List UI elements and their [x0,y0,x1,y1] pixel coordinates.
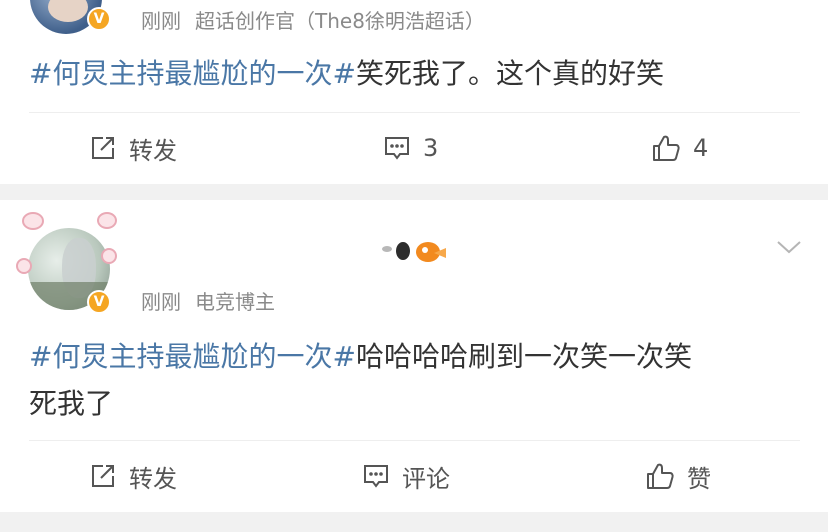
repost-button[interactable]: 转发 [89,130,177,166]
post-body: 笑死我了。这个真的好笑 [355,57,664,90]
comment-icon [364,465,388,488]
chevron-down-icon[interactable] [776,239,802,255]
post-body: 哈哈哈哈刷到一次笑一次笑 [355,340,692,373]
comment-label: 评论 [402,464,450,493]
post-text: #何炅主持最尴尬的一次#笑死我了。这个真的好笑 [29,50,809,97]
like-icon [653,135,680,161]
comment-icon [385,137,409,160]
post-text: #何炅主持最尴尬的一次#哈哈哈哈刷到一次笑一次笑 死我了 [29,333,809,427]
hashtag-link[interactable]: #何炅主持最尴尬的一次# [29,340,356,373]
avatar-frame-sticker-icon [101,248,117,264]
divider [29,440,800,441]
post-separator [0,184,828,200]
post-source[interactable]: 电竞博主 [195,290,275,314]
post-body-continued: 死我了 [29,387,114,420]
goldfish-sticker-icon [382,238,448,272]
avatar-frame-sticker-icon [22,212,44,230]
comment-count: 3 [423,134,439,162]
hashtag-link[interactable]: #何炅主持最尴尬的一次# [29,57,356,90]
like-button[interactable]: 4 [651,130,708,166]
like-count: 4 [693,134,709,162]
post-meta: 刚刚 电竞博主 [141,286,275,315]
repost-button[interactable]: 转发 [89,458,177,494]
like-button[interactable]: 赞 [645,458,711,494]
avatar-frame-sticker-icon [16,258,32,274]
post-time: 刚刚 [141,290,181,314]
divider [29,112,800,113]
post-meta: 刚刚 超话创作官（The8徐明浩超话） [141,5,485,34]
repost-label: 转发 [129,136,177,165]
repost-label: 转发 [129,464,177,493]
post-time: 刚刚 [141,9,181,33]
repost-icon [92,137,114,159]
verified-badge-icon: V [87,290,111,314]
like-icon [647,463,674,489]
avatar-frame-sticker-icon [97,212,117,229]
like-label: 赞 [687,464,711,493]
comment-button[interactable]: 评论 [362,458,450,494]
comment-button[interactable]: 3 [383,130,438,166]
verified-badge-icon: V [87,7,111,31]
post-source[interactable]: 超话创作官（The8徐明浩超话） [195,9,485,33]
post-separator [0,512,828,532]
repost-icon [92,465,114,487]
